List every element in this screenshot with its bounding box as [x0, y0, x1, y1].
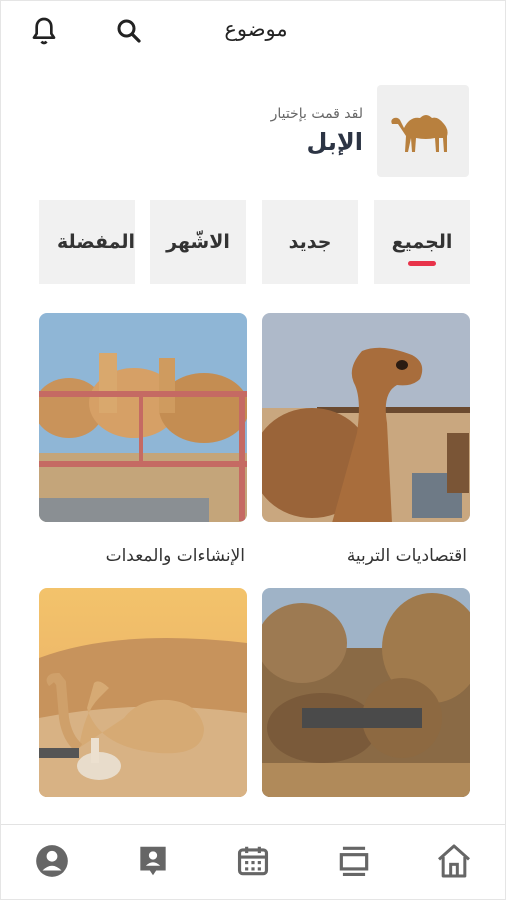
- card-label-construction-equipment: الإنشاءات والمعدات: [105, 546, 245, 566]
- selection-name: الإبل: [306, 128, 363, 156]
- topic-card-construction-equipment[interactable]: [39, 313, 247, 522]
- camel-calf-desert-image: [39, 588, 247, 797]
- tab-new-label: جديد: [288, 231, 332, 253]
- selection-hint: لقد قمت بإختيار: [270, 106, 363, 122]
- tab-favorites[interactable]: المفضلة: [39, 200, 135, 284]
- search-icon[interactable]: [111, 13, 147, 49]
- topic-card-4[interactable]: [39, 588, 247, 797]
- tab-popular[interactable]: الاشّهر: [150, 200, 246, 284]
- camels-feeding-image: [262, 588, 470, 797]
- topic-card-3[interactable]: [262, 588, 470, 797]
- filter-tabs: الجميع جديد الاشّهر المفضلة: [39, 200, 470, 284]
- account-icon[interactable]: [30, 839, 74, 883]
- selection-texts: لقد قمت بإختيار الإبل: [271, 106, 363, 156]
- contact-card-icon[interactable]: [131, 839, 175, 883]
- tab-favorites-label: المفضلة: [56, 231, 135, 253]
- tab-popular-label: الاشّهر: [166, 231, 230, 253]
- card-label-breeding-economics: اقتصاديات التربية: [346, 546, 467, 566]
- calendar-icon[interactable]: [231, 839, 275, 883]
- camel-portrait-image: [262, 313, 470, 522]
- camels-fence-image: [39, 313, 247, 522]
- cards-icon[interactable]: [332, 839, 376, 883]
- topic-card-breeding-economics[interactable]: [262, 313, 470, 522]
- selected-topic: لقد قمت بإختيار الإبل: [271, 85, 469, 177]
- bell-icon[interactable]: [26, 13, 62, 49]
- bottom-navigation: [1, 824, 505, 899]
- tab-new[interactable]: جديد: [262, 200, 358, 284]
- top-bar: موضوع: [1, 1, 505, 65]
- home-icon[interactable]: [432, 839, 476, 883]
- app-screen: موضوع لقد قمت بإختيار الإبل الجميع جديد …: [0, 0, 506, 900]
- page-title: موضوع: [224, 17, 288, 41]
- tab-all-label: الجميع: [391, 231, 453, 253]
- tab-all[interactable]: الجميع: [374, 200, 470, 284]
- camel-icon: [377, 85, 469, 177]
- active-tab-indicator: [408, 261, 436, 266]
